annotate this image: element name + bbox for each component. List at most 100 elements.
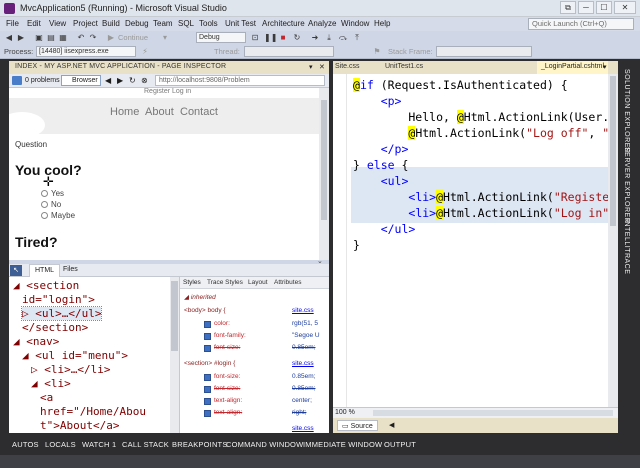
step-into-icon[interactable]: ⤓ [324,33,334,43]
menu-view[interactable]: View [49,19,66,28]
step-out-icon[interactable]: ⤒ [352,33,362,43]
option-yes[interactable]: Yes [41,189,64,198]
menu-help[interactable]: Help [374,19,390,28]
problems-count[interactable]: 0 problems [25,77,60,84]
option-maybe[interactable]: Maybe [41,211,75,220]
code-line[interactable]: Hello, @Html.ActionLink(User.Ide [353,110,608,124]
thread-combo[interactable] [244,46,334,57]
dom-tree-node[interactable]: <a [40,391,53,404]
code-line[interactable]: </ul> [353,222,416,236]
restore-layout-button[interactable]: ⧉ [560,1,576,14]
horizontal-scrollbar[interactable] [373,410,613,416]
scrollbar-thumb[interactable] [610,76,616,226]
back-icon[interactable]: ◀ [4,33,14,43]
close-button[interactable]: ✕ [614,1,636,14]
code-line[interactable]: } [353,238,360,252]
show-next-statement-icon[interactable]: ➜ [310,33,320,43]
process-combo[interactable]: [14480] iisexpress.exe [36,46,136,57]
style-property-value[interactable]: 0.85em; [292,344,316,351]
tab-layout[interactable]: Layout [248,279,268,286]
menu-analyze[interactable]: Analyze [308,19,336,28]
zoom-level[interactable]: 100 % [335,409,355,416]
dom-tree-node[interactable]: ◢ <nav> [13,335,59,348]
stop-icon[interactable]: ⊗ [141,76,148,85]
style-checkbox[interactable] [204,410,211,417]
tab-trace-styles[interactable]: Trace Styles [207,279,243,286]
tab-site-css[interactable]: Site.css [335,63,360,70]
dom-tree-scrollbar[interactable] [170,277,179,433]
tab-server-explorer[interactable]: SERVER EXPLORER [623,147,630,223]
style-property-name[interactable]: font-size: [214,373,240,380]
menu-team[interactable]: Team [153,19,173,28]
style-property-value[interactable]: 0.85em; [292,385,316,392]
style-property-value[interactable]: right; [292,409,306,416]
dom-tree-node[interactable]: ▷ <li>…</li> [31,363,110,376]
menu-build[interactable]: Build [102,19,120,28]
radio-icon[interactable] [41,201,48,208]
page-inspector-tab[interactable]: INDEX - MY ASP.NET MVC APPLICATION - PAG… [9,61,329,74]
inspect-icon[interactable]: ↖ [10,265,22,276]
stack-frame-combo[interactable] [436,46,532,57]
dom-tree-node[interactable]: ◢ <section [13,279,79,292]
stop-icon[interactable]: ■ [278,33,288,43]
find-icon[interactable]: ⊡ [250,33,260,43]
dom-tree-node[interactable]: href="/Home/Abou [40,405,146,418]
style-property-name[interactable]: font-family: [214,332,246,339]
tab-locals[interactable]: LOCALS [45,440,76,449]
open-icon[interactable]: ▤ [46,33,56,43]
style-property-name[interactable]: text-align: [214,409,242,416]
tab-breakpoints[interactable]: BREAKPOINTS [172,440,228,449]
start-icon[interactable]: ▶ [106,33,116,43]
tab-call-stack[interactable]: CALL STACK [122,440,169,449]
style-property-value[interactable]: center; [292,397,312,404]
undo-icon[interactable]: ↶ [76,33,86,43]
style-property-name[interactable]: font-size: [214,385,240,392]
tab-close-icon[interactable]: ✕ [319,63,325,71]
tab-attributes[interactable]: Attributes [274,279,301,286]
style-checkbox[interactable] [204,386,211,393]
nav-about[interactable]: About [145,106,174,118]
menu-file[interactable]: File [6,19,19,28]
tab-files[interactable]: Files [63,266,78,273]
tab-immediate-window[interactable]: IMMEDIATE WINDOW [303,440,382,449]
tab-html[interactable]: HTML [29,264,61,277]
quick-launch-input[interactable]: Quick Launch (Ctrl+Q) [528,18,634,30]
code-line[interactable]: } else { [353,158,408,172]
dom-tree[interactable]: ◢ <section id="login"> ▷ <ul>…</ul> </secti… [9,277,179,433]
style-property-name[interactable]: color: [214,320,230,327]
tab-command-window[interactable]: COMMAND WINDOW [226,440,303,449]
browser-tab-button[interactable]: Browser [61,75,101,86]
tab-solution-explorer[interactable]: SOLUTION EXPLORER [623,69,630,153]
radio-icon[interactable] [41,190,48,197]
option-no[interactable]: No [41,200,61,209]
radio-icon[interactable] [41,212,48,219]
menu-edit[interactable]: Edit [27,19,41,28]
dom-tree-node[interactable]: t">About</a> [40,419,119,432]
tab-overflow-icon[interactable]: ▾ [603,63,607,71]
code-line[interactable]: </p> [353,142,409,156]
code-line[interactable]: <p> [353,94,402,108]
dom-tree-node[interactable]: ▷ <ul>…</ul> [20,306,103,321]
menu-window[interactable]: Window [341,19,369,28]
code-line[interactable]: @Html.ActionLink("Log off", "Log [353,126,608,140]
editor-vertical-scrollbar[interactable] [608,74,618,407]
code-line[interactable]: <li>@Html.ActionLink("Log in", " [353,206,608,220]
tab-autos[interactable]: AUTOS [12,440,39,449]
step-over-icon[interactable]: ⤼ [338,33,348,43]
style-property-value[interactable]: 0.85em; [292,373,316,380]
solution-configuration-combo[interactable]: Debug [196,32,246,43]
dom-tree-node[interactable]: id="login"> [22,293,95,306]
menu-unit-test[interactable]: Unit Test [225,19,256,28]
menu-project[interactable]: Project [73,19,98,28]
style-checkbox[interactable] [204,321,211,328]
nav-home[interactable]: Home [110,106,139,118]
pause-icon[interactable]: ❚❚ [264,33,277,43]
refresh-icon[interactable]: ↻ [129,76,136,85]
redo-icon[interactable]: ↷ [88,33,98,43]
scrollbar-thumb[interactable] [321,100,327,220]
menu-tools[interactable]: Tools [199,19,218,28]
tab-styles[interactable]: Styles [183,279,201,286]
save-icon[interactable]: ▦ [58,33,68,43]
tab-output[interactable]: OUTPUT [384,440,416,449]
continue-button[interactable]: Continue [118,33,148,42]
